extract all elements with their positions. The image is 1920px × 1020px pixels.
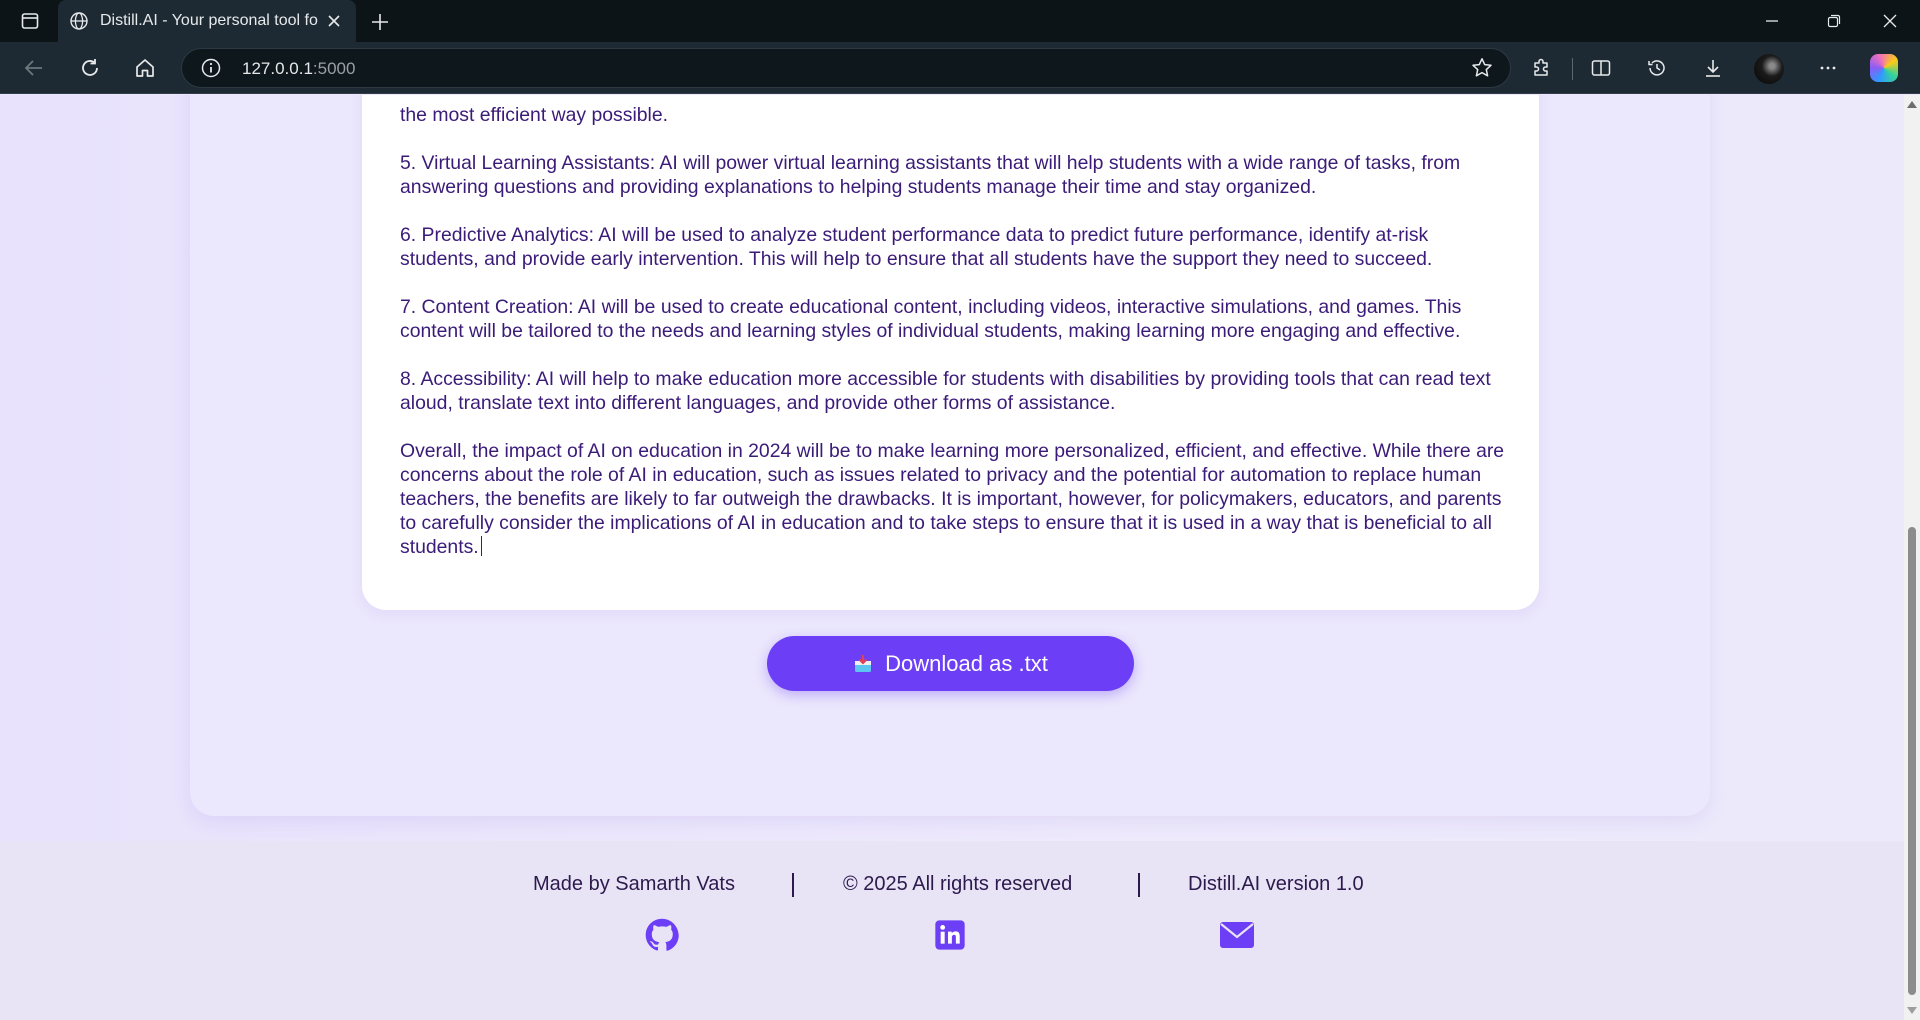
download-txt-button[interactable]: Download as .txt	[767, 636, 1134, 691]
scrollbar-thumb[interactable]	[1908, 527, 1916, 995]
refresh-icon[interactable]	[74, 52, 106, 84]
more-options-icon[interactable]	[1812, 52, 1844, 84]
output-text-card[interactable]: the most efficient way possible. 5. Virt…	[362, 95, 1539, 610]
toolbar-divider	[1572, 58, 1573, 80]
linkedin-icon[interactable]	[932, 917, 968, 953]
paragraph: 5. Virtual Learning Assistants: AI will …	[400, 152, 1461, 198]
minimize-icon[interactable]	[1744, 0, 1800, 42]
paragraph-last: Overall, the impact of AI on education i…	[400, 439, 1505, 559]
restore-icon[interactable]	[1806, 0, 1862, 42]
home-icon[interactable]	[129, 52, 161, 84]
browser-titlebar: Distill.AI - Your personal tool for d	[0, 0, 1920, 42]
close-window-icon[interactable]	[1862, 0, 1918, 42]
back-icon[interactable]	[18, 52, 50, 84]
globe-icon	[68, 10, 90, 32]
new-tab-icon[interactable]	[366, 8, 394, 36]
close-tab-icon[interactable]	[322, 9, 346, 33]
download-label: Download as .txt	[885, 650, 1048, 676]
browser-tab[interactable]: Distill.AI - Your personal tool for d	[58, 0, 356, 42]
tab-title: Distill.AI - Your personal tool for d	[100, 12, 318, 29]
scroll-down-arrow[interactable]	[1907, 1007, 1917, 1014]
extensions-icon[interactable]	[1525, 52, 1557, 84]
footer-divider	[792, 873, 794, 897]
downloads-icon[interactable]	[1697, 52, 1729, 84]
paragraph: 6. Predictive Analytics: AI will be used…	[400, 224, 1433, 270]
paragraph: the most efficient way possible.	[400, 104, 669, 126]
email-icon[interactable]	[1219, 917, 1255, 953]
page-viewport: the most efficient way possible. 5. Virt…	[0, 95, 1904, 1020]
package-icon	[853, 654, 873, 674]
footer-divider	[1138, 873, 1140, 897]
profile-avatar[interactable]	[1754, 54, 1784, 84]
generated-text[interactable]: the most efficient way possible. 5. Virt…	[400, 103, 1505, 583]
tab-actions-icon[interactable]	[16, 9, 44, 33]
url-text: 127.0.0.1:5000	[242, 59, 355, 79]
copilot-icon[interactable]	[1870, 54, 1898, 82]
paragraph-text: Overall, the impact of AI on education i…	[400, 440, 1505, 558]
favorite-star-icon[interactable]	[1470, 56, 1494, 80]
vertical-scrollbar[interactable]	[1904, 95, 1920, 1020]
footer: Made by Samarth Vats © 2025 All rights r…	[0, 841, 1904, 1020]
github-icon[interactable]	[644, 917, 680, 953]
footer-copyright: © 2025 All rights reserved	[843, 873, 1073, 895]
split-screen-icon[interactable]	[1585, 52, 1617, 84]
browser-toolbar: 127.0.0.1:5000	[0, 42, 1920, 94]
footer-author: Made by Samarth Vats	[533, 873, 735, 895]
text-cursor	[480, 536, 482, 556]
site-info-icon[interactable]	[200, 57, 222, 79]
url-host: 127.0.0.1	[242, 59, 313, 78]
url-port: :5000	[312, 59, 356, 78]
address-bar[interactable]: 127.0.0.1:5000	[181, 48, 1511, 88]
paragraph: 7. Content Creation: AI will be used to …	[400, 296, 1462, 342]
scroll-up-arrow[interactable]	[1907, 101, 1917, 108]
history-icon[interactable]	[1641, 52, 1673, 84]
paragraph: 8. Accessibility: AI will help to make e…	[400, 368, 1491, 414]
footer-version: Distill.AI version 1.0	[1188, 873, 1364, 895]
